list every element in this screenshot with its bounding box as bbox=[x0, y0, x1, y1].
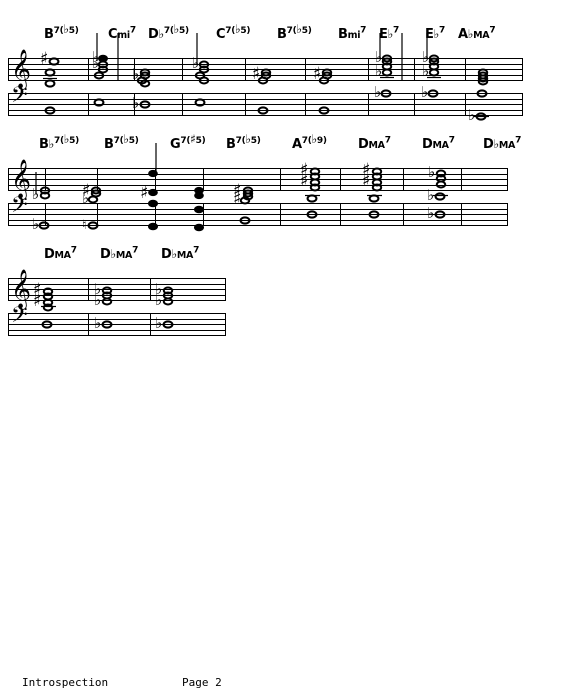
svg-text:♭: ♭ bbox=[32, 215, 39, 233]
bass-clef-icon: 𝄢 bbox=[11, 303, 28, 333]
svg-text:♭: ♭ bbox=[427, 204, 434, 222]
svg-text:♯: ♯ bbox=[33, 291, 41, 311]
svg-text:♯: ♯ bbox=[362, 171, 370, 191]
svg-text:♮: ♮ bbox=[82, 218, 87, 233]
svg-text:♭: ♭ bbox=[82, 189, 89, 207]
svg-text:♯: ♯ bbox=[300, 171, 308, 191]
staff-system-3: DMA7 D♭MA7 D♭MA7 𝄞 𝄢 ♯ ♯ ♭ ♭ ♭ ♭ ♭ ♭ bbox=[0, 246, 587, 348]
svg-text:♭: ♭ bbox=[374, 83, 381, 101]
sheet-music-page: B7(♭5) Cmi7 D♭7(♭5) C7(♭5) B7(♭5) Bmi7 E♭7 E♭7 A… bbox=[0, 0, 587, 697]
svg-text:♭: ♭ bbox=[94, 291, 101, 309]
svg-text:♯: ♯ bbox=[40, 49, 48, 69]
bass-clef-icon: 𝄢 bbox=[11, 193, 28, 223]
staff-system-2: B♭7(♭5) B7(♭5) G7(♯5) B7(♭5) A7(♭9) DMA7 DMA7 D… bbox=[0, 133, 587, 238]
svg-text:♯: ♯ bbox=[233, 189, 241, 209]
bass-clef-icon: 𝄢 bbox=[11, 83, 28, 113]
svg-text:♭: ♭ bbox=[155, 314, 162, 332]
footer-song-title: Introspection bbox=[22, 676, 109, 689]
staff-notation-2: 𝄞 𝄢 ♭ ♭ ♯ ♭ ♮ ♯ ♯ ♯ ♯ ♯ ♯ ♯ ♭ ♭ ♭ bbox=[7, 143, 509, 233]
svg-text:♭: ♭ bbox=[32, 185, 39, 203]
staff-notation-3: 𝄞 𝄢 ♯ ♯ ♭ ♭ ♭ ♭ ♭ ♭ bbox=[7, 269, 227, 336]
svg-text:♭: ♭ bbox=[421, 83, 428, 101]
svg-text:♭: ♭ bbox=[155, 291, 162, 309]
svg-text:♯: ♯ bbox=[140, 183, 148, 203]
svg-text:𝄢: 𝄢 bbox=[11, 303, 28, 333]
svg-text:𝄢: 𝄢 bbox=[11, 193, 28, 223]
svg-text:♭: ♭ bbox=[94, 314, 101, 332]
staff-notation-1: 𝄞 𝄢 ♯ ♭ ♭ ♭ ♭ ♭ ♯ ♯ ♭ ♭ ♭ ♭ ♭ ♭ ♭ bbox=[7, 33, 524, 124]
footer-page-number: Page 2 bbox=[182, 676, 222, 689]
svg-text:𝄢: 𝄢 bbox=[11, 83, 28, 113]
staff-system-1: B7(♭5) Cmi7 D♭7(♭5) C7(♭5) B7(♭5) Bmi7 E♭7 E♭7 A… bbox=[0, 23, 587, 128]
svg-text:♭: ♭ bbox=[132, 94, 139, 112]
svg-text:♭: ♭ bbox=[192, 54, 199, 72]
svg-text:♭: ♭ bbox=[428, 163, 435, 181]
svg-text:♭: ♭ bbox=[468, 106, 475, 124]
